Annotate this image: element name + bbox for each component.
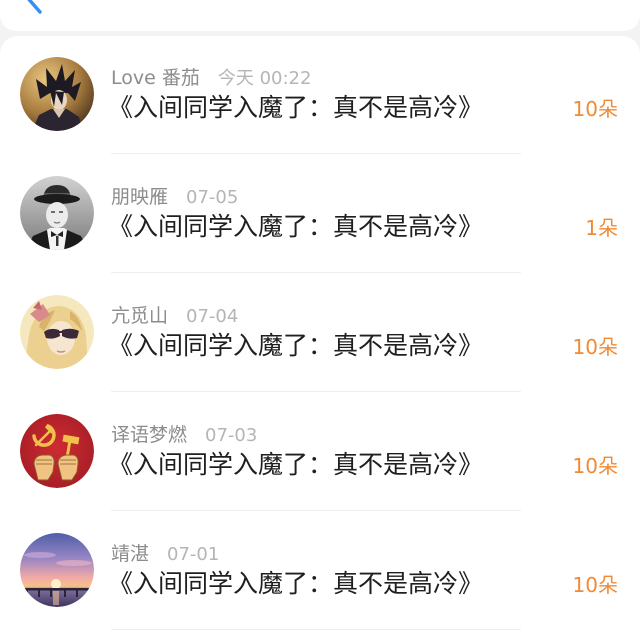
flower-count: 10朵 — [572, 335, 618, 359]
user-avatar[interactable] — [20, 57, 94, 131]
book-title: 《入间同学入魔了：真不是高冷》 — [108, 331, 484, 360]
record-time: 07-05 — [186, 187, 239, 208]
list-item[interactable]: 亢觅山 07-04 《入间同学入魔了：真不是高冷》 10朵 — [0, 274, 640, 393]
top-nav-bar — [0, 0, 640, 31]
user-name: 译语梦燃 — [111, 424, 188, 446]
flower-count: 10朵 — [572, 454, 618, 478]
list-item[interactable]: 朋映雁 07-05 《入间同学入魔了：真不是高冷》 1朵 — [0, 155, 640, 274]
chevron-left-icon[interactable] — [18, 0, 48, 16]
flower-count: 1朵 — [585, 216, 618, 240]
record-time: 07-03 — [205, 425, 258, 446]
user-avatar[interactable] — [20, 414, 94, 488]
record-time: 今天 00:22 — [217, 68, 312, 89]
record-meta: 靖湛 07-01 — [111, 542, 219, 566]
record-meta: 朋映雁 07-05 — [111, 185, 238, 209]
user-name: 亢觅山 — [111, 305, 169, 327]
record-meta: 译语梦燃 07-03 — [111, 423, 257, 447]
user-avatar[interactable] — [20, 176, 94, 250]
record-list: Love 番茄 今天 00:22 《入间同学入魔了：真不是高冷》 10朵 朋映雁… — [0, 36, 640, 638]
user-avatar[interactable] — [20, 533, 94, 607]
list-item[interactable]: Love 番茄 今天 00:22 《入间同学入魔了：真不是高冷》 10朵 — [0, 36, 640, 155]
book-title: 《入间同学入魔了：真不是高冷》 — [108, 450, 484, 479]
record-meta: Love 番茄 今天 00:22 — [111, 66, 311, 90]
book-title: 《入间同学入魔了：真不是高冷》 — [108, 212, 484, 241]
user-avatar[interactable] — [20, 295, 94, 369]
book-title: 《入间同学入魔了：真不是高冷》 — [108, 569, 484, 598]
record-time: 07-04 — [186, 306, 239, 327]
record-meta: 亢觅山 07-04 — [111, 304, 238, 328]
divider — [111, 272, 521, 273]
divider — [111, 391, 521, 392]
user-name: 靖湛 — [111, 543, 150, 565]
list-item[interactable]: 靖湛 07-01 《入间同学入魔了：真不是高冷》 10朵 — [0, 512, 640, 631]
divider — [111, 629, 521, 630]
divider — [111, 153, 521, 154]
divider — [111, 510, 521, 511]
list-item[interactable]: 译语梦燃 07-03 《入间同学入魔了：真不是高冷》 10朵 — [0, 393, 640, 512]
record-time: 07-01 — [167, 544, 220, 565]
user-name: Love 番茄 — [111, 67, 200, 89]
flower-count: 10朵 — [572, 573, 618, 597]
flower-count: 10朵 — [572, 97, 618, 121]
book-title: 《入间同学入魔了：真不是高冷》 — [108, 93, 484, 122]
user-name: 朋映雁 — [111, 186, 169, 208]
